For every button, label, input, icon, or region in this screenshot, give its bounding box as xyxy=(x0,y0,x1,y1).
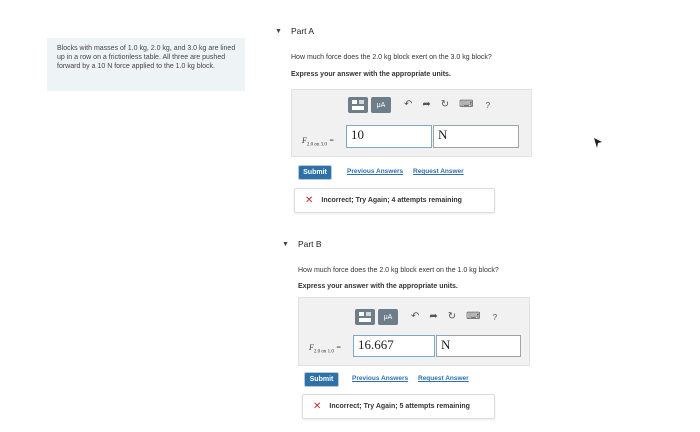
template-icon[interactable] xyxy=(355,309,375,325)
part-b-request-answer-link[interactable]: Request Answer xyxy=(418,375,469,382)
part-b-value-input[interactable]: 16.667 xyxy=(353,335,435,357)
part-b-submit-button[interactable]: Submit xyxy=(304,372,339,387)
part-b-feedback: ✕ Incorrect; Try Again; 5 attempts remai… xyxy=(302,394,495,419)
help-icon[interactable]: ? xyxy=(493,313,497,322)
part-a-instruction: Express your answer with the appropriate… xyxy=(291,71,451,78)
collapse-caret-icon[interactable]: ▼ xyxy=(275,28,282,35)
incorrect-x-icon: ✕ xyxy=(313,401,322,412)
mu-a-button[interactable]: μA xyxy=(371,97,391,113)
problem-statement-box: Blocks with masses of 1.0 kg, 2.0 kg, an… xyxy=(47,38,245,91)
undo-icon[interactable]: ↶ xyxy=(411,309,419,325)
part-b-instruction: Express your answer with the appropriate… xyxy=(298,283,458,290)
keyboard-icon[interactable]: ⌨ xyxy=(466,309,480,325)
part-b-previous-answers-link[interactable]: Previous Answers xyxy=(352,375,408,382)
part-b-unit-input[interactable]: N xyxy=(436,335,521,357)
part-b-question: How much force does the 2.0 kg block exe… xyxy=(298,267,499,274)
part-a-feedback-text: Incorrect; Try Again; 4 attempts remaini… xyxy=(321,197,462,204)
part-b-title: Part B xyxy=(297,239,322,249)
reset-icon[interactable]: ↻ xyxy=(448,309,456,325)
redo-icon[interactable]: ➦ xyxy=(422,97,430,113)
part-a-unit-input[interactable]: N xyxy=(433,125,519,148)
collapse-caret-icon[interactable]: ▼ xyxy=(282,241,289,248)
part-a-title: Part A xyxy=(290,26,315,36)
part-a-header[interactable]: ▼ Part A xyxy=(275,26,314,36)
mouse-cursor-icon xyxy=(594,138,602,148)
part-a-previous-answers-link[interactable]: Previous Answers xyxy=(347,168,403,175)
part-a-answer-panel: μA ↶ ➦ ↻ ⌨ ? F2.0 on 3.0 = 10 N xyxy=(291,89,532,157)
part-a-toolbar: μA ↶ ➦ ↻ ⌨ ? xyxy=(348,97,490,113)
part-a-feedback: ✕ Incorrect; Try Again; 4 attempts remai… xyxy=(294,188,495,213)
part-b-variable-label: F2.0 on 1.0 = xyxy=(309,343,342,355)
part-a-variable-label: F2.0 on 3.0 = xyxy=(302,136,335,148)
part-a-question: How much force does the 2.0 kg block exe… xyxy=(291,54,492,61)
mu-a-button[interactable]: μA xyxy=(378,309,398,325)
part-a-submit-button[interactable]: Submit xyxy=(298,165,332,180)
part-b-toolbar: μA ↶ ➦ ↻ ⌨ ? xyxy=(355,309,497,325)
part-a-value-input[interactable]: 10 xyxy=(346,125,432,148)
redo-icon[interactable]: ➦ xyxy=(429,309,437,325)
reset-icon[interactable]: ↻ xyxy=(441,97,449,113)
problem-statement-text: Blocks with masses of 1.0 kg, 2.0 kg, an… xyxy=(57,45,236,70)
undo-icon[interactable]: ↶ xyxy=(404,97,412,113)
part-b-feedback-text: Incorrect; Try Again; 5 attempts remaini… xyxy=(329,403,470,410)
help-icon[interactable]: ? xyxy=(486,101,490,110)
template-icon[interactable] xyxy=(348,97,368,113)
keyboard-icon[interactable]: ⌨ xyxy=(459,97,473,113)
incorrect-x-icon: ✕ xyxy=(305,195,314,206)
part-a-request-answer-link[interactable]: Request Answer xyxy=(413,168,464,175)
part-b-header[interactable]: ▼ Part B xyxy=(282,239,322,249)
part-b-answer-panel: μA ↶ ➦ ↻ ⌨ ? F2.0 on 1.0 = 16.667 N xyxy=(298,297,530,366)
